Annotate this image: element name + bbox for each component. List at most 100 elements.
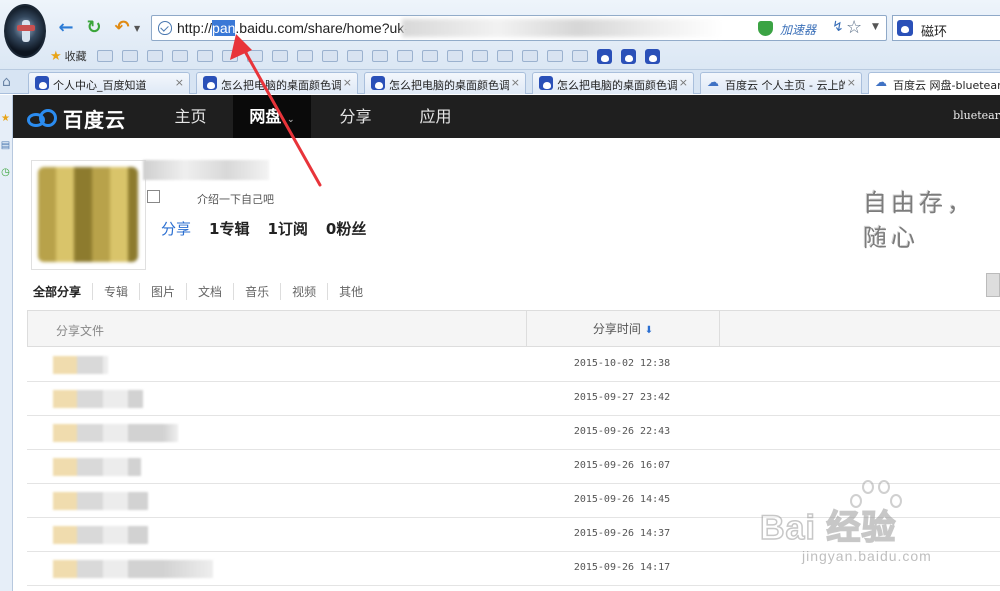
bookmark-folder-icon[interactable] xyxy=(446,50,463,62)
category-docs[interactable]: 文档 xyxy=(186,283,233,300)
nav-netdisk[interactable]: 网盘 ⌄ xyxy=(233,95,311,138)
tab-close-icon[interactable]: × xyxy=(175,76,184,89)
sidebar-clock-icon[interactable]: ◷ xyxy=(0,167,11,178)
tab-title: 百度云 网盘-bluetear0 xyxy=(893,79,1000,92)
watermark-url: jingyan.baidu.com xyxy=(802,548,932,564)
baidu-paw-icon[interactable] xyxy=(620,48,636,64)
bookmark-folder-icon[interactable] xyxy=(346,50,363,62)
bookmark-folder-icon[interactable] xyxy=(121,50,138,62)
col-file-header[interactable]: 分享文件 xyxy=(56,322,104,339)
bookmark-folder-icon[interactable] xyxy=(171,50,188,62)
stat-subscriptions[interactable]: 1订阅 xyxy=(267,218,307,239)
sidebar-doc-icon[interactable]: ▤ xyxy=(0,140,11,151)
table-header: 分享文件 分享时间 ⬇ xyxy=(27,311,1000,347)
category-other[interactable]: 其他 xyxy=(327,283,374,300)
home-icon[interactable]: ⌂ xyxy=(2,74,11,90)
bookmark-folder-icon[interactable] xyxy=(146,50,163,62)
nav-apps[interactable]: 应用 xyxy=(403,95,468,138)
bookmark-folder-icon[interactable] xyxy=(271,50,288,62)
file-name-redacted[interactable] xyxy=(53,390,143,408)
refresh-icon[interactable]: ↻ xyxy=(83,16,105,38)
bookmark-folder-icon[interactable] xyxy=(421,50,438,62)
nav-netdisk-label: 网盘 xyxy=(249,107,282,126)
baidu-paw-icon[interactable] xyxy=(596,48,612,64)
bookmark-folder-icon[interactable] xyxy=(521,50,538,62)
logo-text: 百度云 xyxy=(63,108,126,132)
bookmark-folder-icon[interactable] xyxy=(246,50,263,62)
accelerator-shield-icon[interactable] xyxy=(758,21,773,36)
favorite-star-icon[interactable]: ☆ xyxy=(846,17,862,38)
table-row[interactable]: 2015-09-26 16:07 xyxy=(27,450,1000,484)
tab-close-icon[interactable]: × xyxy=(511,76,520,89)
bookmark-folder-icon[interactable] xyxy=(96,50,113,62)
file-name-redacted[interactable] xyxy=(53,458,141,476)
share-time: 2015-09-26 14:45 xyxy=(573,494,671,505)
bookmark-folder-icon[interactable] xyxy=(221,50,238,62)
username[interactable]: bluetear xyxy=(953,109,1000,122)
bookmark-folder-icon[interactable] xyxy=(321,50,338,62)
browser-tab[interactable]: 怎么把电脑的桌面颜色调 × xyxy=(196,72,358,94)
back-arrow-icon[interactable]: ← xyxy=(55,16,77,38)
browser-logo-icon[interactable] xyxy=(4,4,46,58)
bookmark-folder-icon[interactable] xyxy=(371,50,388,62)
tab-title: 怎么把电脑的桌面颜色调 xyxy=(221,79,341,92)
bookmark-folder-icon[interactable] xyxy=(196,50,213,62)
browser-tab[interactable]: 怎么把电脑的桌面颜色调 × xyxy=(364,72,526,94)
table-row[interactable]: 2015-09-26 22:43 xyxy=(27,416,1000,450)
file-name-redacted[interactable] xyxy=(53,356,108,374)
bookmark-folder-icon[interactable] xyxy=(296,50,313,62)
category-all[interactable]: 全部分享 xyxy=(33,283,92,300)
bookmark-folder-icon[interactable] xyxy=(396,50,413,62)
category-music[interactable]: 音乐 xyxy=(233,283,280,300)
bookmark-folder-icon[interactable] xyxy=(546,50,563,62)
nav-home[interactable]: 主页 xyxy=(158,95,223,138)
stat-shares[interactable]: 分享 xyxy=(161,218,191,239)
share-time: 2015-09-27 23:42 xyxy=(573,392,671,403)
share-time: 2015-09-26 16:07 xyxy=(573,460,671,471)
baidu-cloud-logo[interactable]: 百度云 xyxy=(27,104,126,133)
address-dropdown-icon[interactable]: ▼ xyxy=(872,22,879,32)
category-albums[interactable]: 专辑 xyxy=(92,283,139,300)
browser-tab[interactable]: ☁ 百度云 个人主页 - 云上的 × xyxy=(700,72,862,94)
bookmark-folder-icon[interactable] xyxy=(496,50,513,62)
stat-fans[interactable]: 0粉丝 xyxy=(326,218,366,239)
address-bar[interactable]: http://pan.baidu.com/share/home?uk- 加速器 … xyxy=(151,15,887,41)
tab-close-icon[interactable]: × xyxy=(679,76,688,89)
file-name-redacted[interactable] xyxy=(53,492,148,510)
bookmark-folder-icon[interactable] xyxy=(471,50,488,62)
url-text[interactable]: http://pan.baidu.com/share/home?uk- xyxy=(177,20,409,36)
search-input[interactable]: 磁环 xyxy=(921,21,947,40)
chevron-down-icon[interactable]: ▼ xyxy=(134,24,140,33)
favorites-button[interactable]: ★ 收藏 xyxy=(50,48,87,64)
profile-name-redacted xyxy=(143,160,269,180)
table-row[interactable]: 2015-10-02 12:38 xyxy=(27,348,1000,382)
category-video[interactable]: 视频 xyxy=(280,283,327,300)
accelerator-label[interactable]: 加速器 xyxy=(780,21,816,38)
tab-close-icon[interactable]: × xyxy=(343,76,352,89)
file-name-redacted[interactable] xyxy=(53,424,178,442)
table-row[interactable]: 2015-09-27 23:42 xyxy=(27,382,1000,416)
search-box[interactable]: 磁环 xyxy=(892,15,1000,41)
url-highlight: pan xyxy=(212,20,236,36)
file-name-redacted[interactable] xyxy=(53,526,148,544)
avatar-frame[interactable] xyxy=(31,160,146,270)
undo-icon[interactable]: ↶ xyxy=(111,16,133,38)
nav-share[interactable]: 分享 xyxy=(323,95,388,138)
browser-tab[interactable]: 怎么把电脑的桌面颜色调 × xyxy=(532,72,694,94)
profile-header: 介绍一下自己吧 分享 1专辑 1订阅 0粉丝 自由存，随心 xyxy=(13,138,1000,270)
stat-albums[interactable]: 1专辑 xyxy=(209,218,249,239)
bookmark-folder-icon[interactable] xyxy=(571,50,588,62)
edit-icon[interactable] xyxy=(147,190,160,203)
view-toggle-button[interactable] xyxy=(986,273,1000,297)
browser-tab-active[interactable]: ☁ 百度云 网盘-bluetear0 xyxy=(868,72,1000,94)
browser-tab[interactable]: 个人中心_百度知道 × xyxy=(28,72,190,94)
file-name-redacted[interactable] xyxy=(53,560,213,578)
sidebar-star-icon[interactable]: ★ xyxy=(0,113,11,124)
tab-close-icon[interactable]: × xyxy=(847,76,856,89)
col-time-header[interactable]: 分享时间 ⬇ xyxy=(526,311,720,347)
category-images[interactable]: 图片 xyxy=(139,283,186,300)
paw-icon xyxy=(35,76,49,90)
baidu-paw-icon[interactable] xyxy=(644,48,660,64)
profile-intro[interactable]: 介绍一下自己吧 xyxy=(197,191,274,207)
lightning-icon[interactable]: ↯ xyxy=(832,19,844,35)
